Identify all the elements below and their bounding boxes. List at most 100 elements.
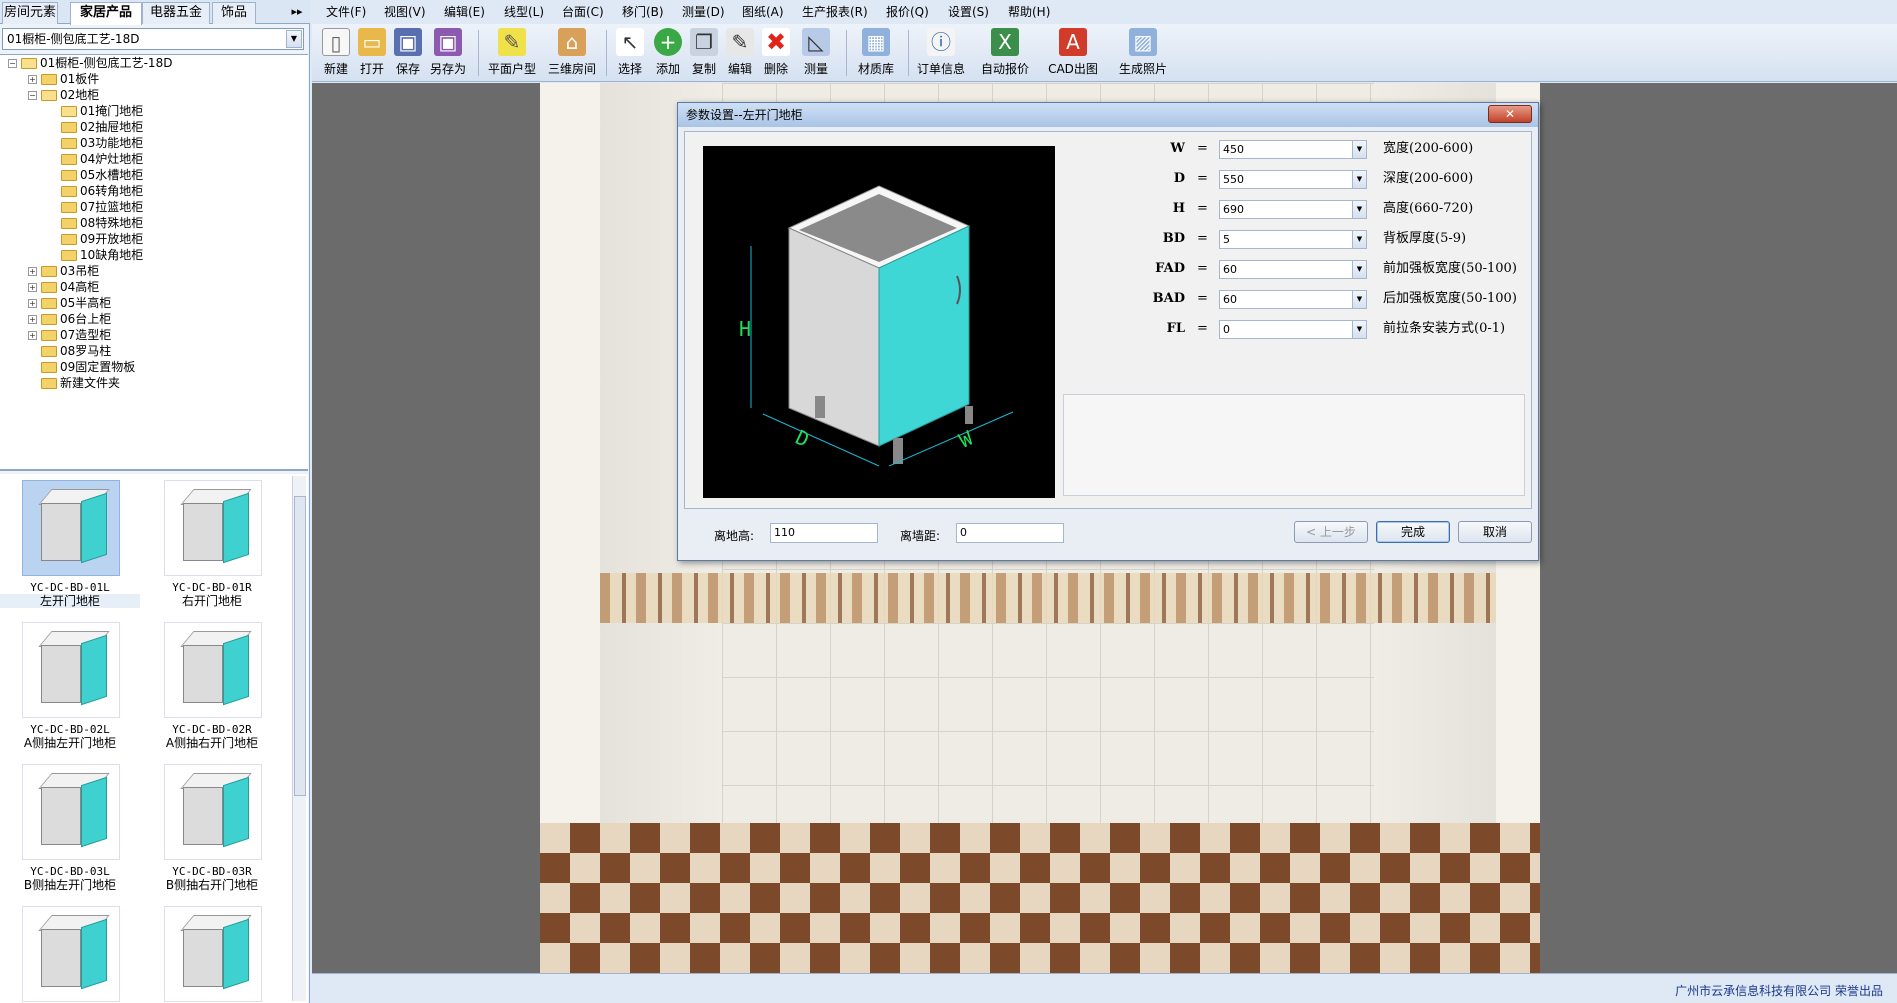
collapse-icon[interactable]: − bbox=[8, 59, 17, 68]
menu-help[interactable]: 帮助(H) bbox=[1008, 4, 1050, 20]
render-photo-button[interactable]: ▨ 生成照片 bbox=[1112, 26, 1174, 80]
tree-node[interactable]: +01板件 bbox=[28, 71, 99, 87]
finish-button[interactable]: 完成 bbox=[1376, 521, 1450, 543]
tree-node[interactable]: 01掩门地柜 bbox=[48, 103, 143, 119]
cad-export-button[interactable]: A CAD出图 bbox=[1042, 26, 1104, 80]
chevron-down-icon[interactable]: ▼ bbox=[1352, 231, 1366, 248]
product-thumb[interactable] bbox=[142, 900, 282, 1003]
tree-node[interactable]: +06台上柜 bbox=[28, 311, 111, 327]
order-info-button[interactable]: ⓘ 订单信息 bbox=[912, 26, 970, 80]
menu-file[interactable]: 文件(F) bbox=[326, 4, 366, 20]
collapse-icon[interactable]: − bbox=[28, 91, 37, 100]
menu-measure[interactable]: 测量(D) bbox=[682, 4, 725, 20]
wall-distance-input[interactable]: 0 bbox=[956, 523, 1064, 543]
tree-node[interactable]: 10缺角地柜 bbox=[48, 247, 143, 263]
tree-node[interactable]: 06转角地柜 bbox=[48, 183, 143, 199]
ground-height-input[interactable]: 110 bbox=[770, 523, 878, 543]
tree-node[interactable]: +03吊柜 bbox=[28, 263, 99, 279]
param-input-h[interactable]: 690 ▼ bbox=[1219, 200, 1367, 219]
expand-icon[interactable]: + bbox=[28, 315, 37, 324]
select-button[interactable]: ↖ 选择 bbox=[610, 26, 650, 80]
menu-countertop[interactable]: 台面(C) bbox=[562, 4, 604, 20]
auto-quote-button[interactable]: X 自动报价 bbox=[976, 26, 1034, 80]
floor-tile bbox=[540, 823, 1540, 973]
close-button[interactable]: ✕ bbox=[1488, 105, 1532, 123]
scrollbar-thumb[interactable] bbox=[294, 496, 306, 796]
menu-drawing[interactable]: 图纸(A) bbox=[742, 4, 784, 20]
render-photo-icon: ▨ bbox=[1129, 28, 1157, 56]
save-button[interactable]: ▣ 保存 bbox=[388, 26, 428, 80]
param-input-fl[interactable]: 0 ▼ bbox=[1219, 320, 1367, 339]
cancel-button[interactable]: 取消 bbox=[1458, 521, 1532, 543]
expand-icon[interactable]: + bbox=[28, 331, 37, 340]
expand-icon[interactable]: + bbox=[28, 283, 37, 292]
chevron-down-icon[interactable]: ▼ bbox=[1352, 171, 1366, 188]
tree-node[interactable]: 03功能地柜 bbox=[48, 135, 143, 151]
tab-accessories[interactable]: 饰品 bbox=[212, 2, 256, 24]
material-library-button[interactable]: ▦ 材质库 bbox=[850, 26, 902, 80]
param-input-bad[interactable]: 60 ▼ bbox=[1219, 290, 1367, 309]
chevron-down-icon[interactable]: ▼ bbox=[286, 30, 302, 48]
chevron-down-icon[interactable]: ▼ bbox=[1352, 201, 1366, 218]
product-thumb[interactable]: YC-DC-BD-01L 左开门地柜 bbox=[0, 474, 140, 614]
menu-settings[interactable]: 设置(S) bbox=[948, 4, 989, 20]
menu-production-report[interactable]: 生产报表(R) bbox=[802, 4, 868, 20]
menu-sliding-door[interactable]: 移门(B) bbox=[622, 4, 664, 20]
tree-node[interactable]: 04炉灶地柜 bbox=[48, 151, 143, 167]
product-thumb[interactable]: YC-DC-BD-03R B侧抽右开门地柜 bbox=[142, 758, 282, 898]
edit-button[interactable]: ✎ 编辑 bbox=[720, 26, 760, 80]
tree-node[interactable]: −01橱柜-侧包底工艺-18D bbox=[8, 55, 172, 71]
measure-button[interactable]: ◺ 测量 bbox=[792, 26, 840, 80]
tree-node[interactable]: 07拉篮地柜 bbox=[48, 199, 143, 215]
menu-quote[interactable]: 报价(Q) bbox=[886, 4, 929, 20]
menu-edit[interactable]: 编辑(E) bbox=[444, 4, 485, 20]
menu-linetype[interactable]: 线型(L) bbox=[504, 4, 544, 20]
tree-node[interactable]: −02地柜 bbox=[28, 87, 99, 103]
tab-scroll-more-icon[interactable]: ▸▸ bbox=[286, 3, 308, 21]
expand-icon[interactable]: + bbox=[28, 299, 37, 308]
menu-view[interactable]: 视图(V) bbox=[384, 4, 426, 20]
expand-icon[interactable]: + bbox=[28, 267, 37, 276]
tree-node[interactable]: 新建文件夹 bbox=[28, 375, 120, 391]
chevron-down-icon[interactable]: ▼ bbox=[1352, 321, 1366, 338]
product-thumb[interactable]: YC-DC-BD-02R A侧抽右开门地柜 bbox=[142, 616, 282, 756]
folder-icon bbox=[61, 138, 77, 149]
save-as-button[interactable]: ▣ 另存为 bbox=[424, 26, 472, 80]
tree-node[interactable]: +05半高柜 bbox=[28, 295, 111, 311]
new-button[interactable]: ▯ 新建 bbox=[316, 26, 356, 80]
chevron-down-icon[interactable]: ▼ bbox=[1352, 261, 1366, 278]
expand-icon[interactable]: + bbox=[28, 75, 37, 84]
param-input-w[interactable]: 450 ▼ bbox=[1219, 140, 1367, 159]
floor-plan-button[interactable]: ✎ 平面户型 bbox=[484, 26, 540, 80]
thumbnail-scrollbar[interactable] bbox=[292, 476, 306, 1001]
library-selector[interactable]: 01橱柜-侧包底工艺-18D ▼ bbox=[2, 28, 304, 50]
tree-node[interactable]: +07造型柜 bbox=[28, 327, 111, 343]
tab-home-products[interactable]: 家居产品 bbox=[70, 2, 142, 25]
param-input-d[interactable]: 550 ▼ bbox=[1219, 170, 1367, 189]
chevron-down-icon[interactable]: ▼ bbox=[1352, 291, 1366, 308]
tree-node[interactable]: 05水槽地柜 bbox=[48, 167, 143, 183]
room-3d-button[interactable]: ⌂ 三维房间 bbox=[544, 26, 600, 80]
tree-node[interactable]: 09开放地柜 bbox=[48, 231, 143, 247]
param-input-fad[interactable]: 60 ▼ bbox=[1219, 260, 1367, 279]
tree-node[interactable]: 09固定置物板 bbox=[28, 359, 135, 375]
add-button[interactable]: + 添加 bbox=[648, 26, 688, 80]
delete-button[interactable]: ✖ 删除 bbox=[756, 26, 796, 80]
tree-node[interactable]: 08罗马柱 bbox=[28, 343, 111, 359]
open-button[interactable]: ▭ 打开 bbox=[352, 26, 392, 80]
tab-appliance-hardware[interactable]: 电器五金 bbox=[142, 2, 210, 24]
prev-step-button[interactable]: < 上一步 bbox=[1294, 521, 1368, 543]
param-input-bd[interactable]: 5 ▼ bbox=[1219, 230, 1367, 249]
product-thumb[interactable] bbox=[0, 900, 140, 1003]
copy-button[interactable]: ❐ 复制 bbox=[684, 26, 724, 80]
product-thumb[interactable]: YC-DC-BD-01R 右开门地柜 bbox=[142, 474, 282, 614]
cad-export-icon: A bbox=[1059, 28, 1087, 56]
tab-room-elements[interactable]: 房间元素 bbox=[2, 2, 58, 24]
product-thumb[interactable]: YC-DC-BD-03L B侧抽左开门地柜 bbox=[0, 758, 140, 898]
tree-node[interactable]: +04高柜 bbox=[28, 279, 99, 295]
dialog-title-bar[interactable]: 参数设置--左开门地柜 ✕ bbox=[678, 103, 1538, 127]
chevron-down-icon[interactable]: ▼ bbox=[1352, 141, 1366, 158]
tree-node[interactable]: 08特殊地柜 bbox=[48, 215, 143, 231]
tree-node[interactable]: 02抽屉地柜 bbox=[48, 119, 143, 135]
product-thumb[interactable]: YC-DC-BD-02L A侧抽左开门地柜 bbox=[0, 616, 140, 756]
